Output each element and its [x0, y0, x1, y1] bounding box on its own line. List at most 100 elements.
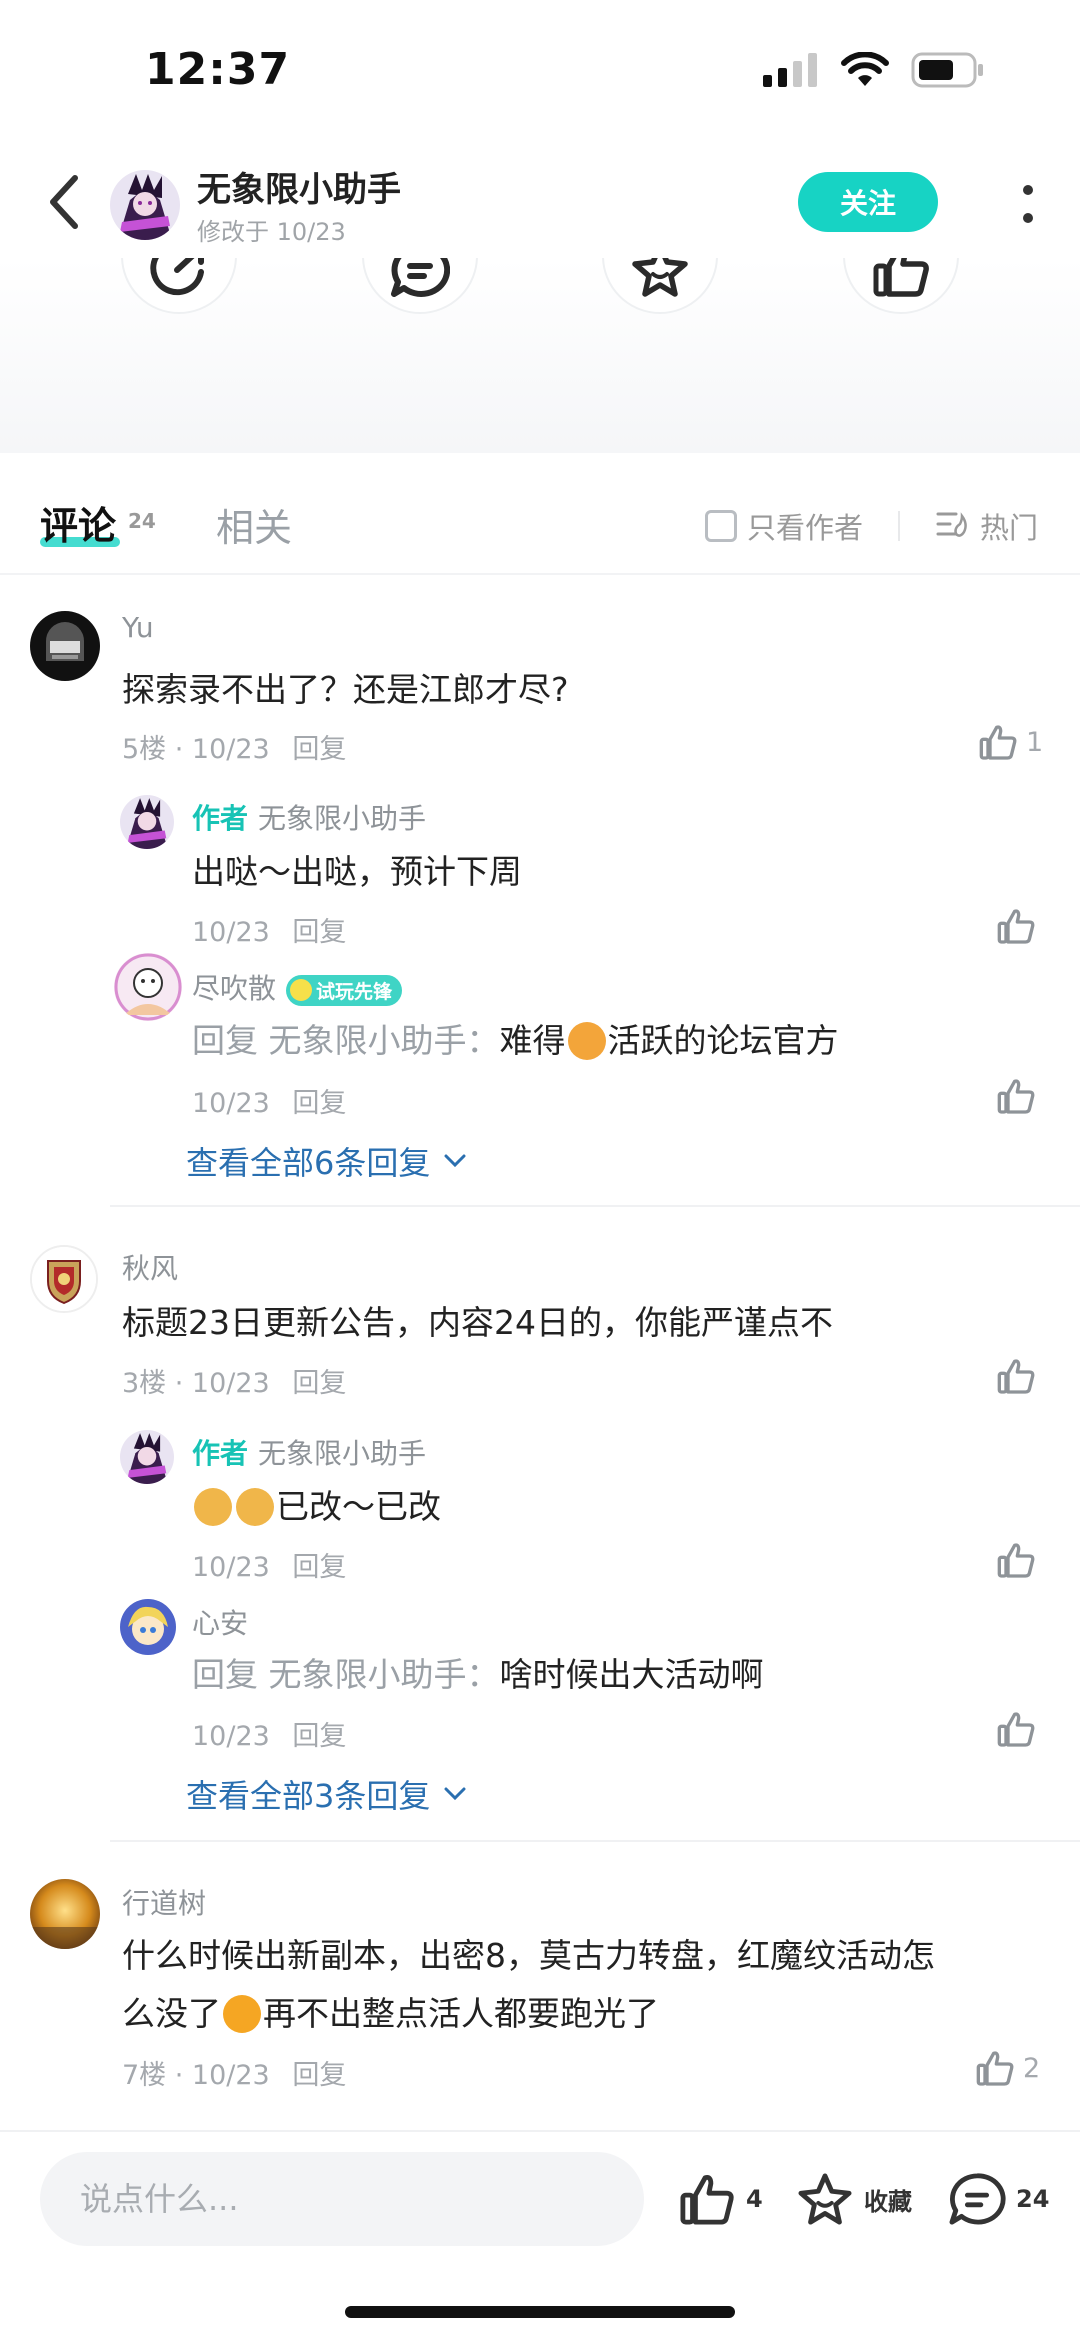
checkbox-icon[interactable]	[705, 510, 737, 542]
thumbs-up-icon	[997, 1712, 1035, 1747]
favorite-label: 收藏	[864, 2187, 912, 2216]
sort-icon	[936, 512, 967, 537]
comment-button[interactable]	[362, 258, 478, 314]
reply-date: 10/23	[192, 1552, 270, 1583]
author-name[interactable]: 无象限小助手	[197, 162, 401, 211]
reply-prefix: 回复 无象限小助手：	[192, 1021, 500, 1060]
like-button[interactable]	[996, 1357, 1036, 1395]
tab-related[interactable]: 相关	[216, 497, 292, 552]
comment-text-part: 么没了	[122, 1994, 221, 2033]
star-icon	[798, 2173, 852, 2225]
avatar[interactable]	[120, 1599, 176, 1655]
comment-tabs: 评论 24 相关 只看作者 热门	[0, 455, 1080, 575]
author-tag: 作者	[192, 802, 249, 835]
favorite-post-button[interactable]: 收藏	[796, 2172, 912, 2226]
like-button[interactable]: 1	[978, 723, 1043, 761]
comment-icon	[949, 2173, 1006, 2225]
comment-count: 24	[1016, 2185, 1050, 2213]
reply-text: 回复 无象限小助手：啥时候出大活动啊	[192, 1646, 1080, 1704]
floor-date: 3楼 · 10/23	[122, 1368, 270, 1399]
thumbs-up-icon	[997, 1543, 1035, 1578]
home-indicator[interactable]	[345, 2306, 735, 2318]
like-button[interactable]	[996, 1710, 1036, 1748]
comment-text-line: 什么时候出新副本，出密8，莫古力转盘，红魔纹活动怎	[122, 1936, 935, 1975]
post-action-band	[0, 258, 1080, 453]
share-button[interactable]	[121, 258, 237, 314]
author-avatar[interactable]	[110, 170, 180, 240]
only-author-toggle[interactable]: 只看作者	[705, 505, 863, 547]
reply-meta: 10/23 回复	[192, 910, 346, 949]
avatar[interactable]	[30, 611, 100, 681]
reply-name[interactable]: 无象限小助手	[258, 802, 426, 835]
reply-link[interactable]: 回复	[292, 1721, 346, 1752]
thumbs-up-icon	[997, 1359, 1035, 1394]
comment-input[interactable]	[40, 2152, 644, 2246]
reply-date: 10/23	[192, 1088, 270, 1119]
reply-meta: 10/23 回复	[192, 1545, 346, 1584]
commenter-name[interactable]: 行道树	[122, 1882, 206, 1922]
reply-author-name[interactable]: 心安	[192, 1602, 248, 1642]
reply-link[interactable]: 回复	[292, 1368, 346, 1399]
like-button[interactable]	[843, 258, 959, 314]
back-button[interactable]	[38, 172, 88, 232]
modified-date: 修改于 10/23	[197, 218, 346, 246]
reply-link[interactable]: 回复	[292, 2060, 346, 2091]
sort-button[interactable]: 热门	[936, 505, 1038, 547]
signal-icon	[763, 53, 817, 87]
chevron-down-icon	[444, 1787, 466, 1801]
commenter-name[interactable]: Yu	[122, 611, 154, 644]
like-button[interactable]: 2	[975, 2049, 1040, 2087]
favorite-button[interactable]	[602, 258, 718, 314]
view-all-replies[interactable]: 查看全部6条回复	[186, 1138, 466, 1184]
thumbs-up-icon	[680, 2175, 734, 2225]
tab-comments[interactable]: 评论	[40, 495, 116, 550]
comment-input-wrapper[interactable]	[40, 2152, 644, 2246]
avatar[interactable]	[114, 953, 182, 1021]
comment-text: 标题23日更新公告，内容24日的，你能严谨点不	[122, 1303, 833, 1342]
reply-date: 10/23	[192, 917, 270, 948]
more-dot-icon	[1023, 185, 1033, 195]
reply-link[interactable]: 回复	[292, 734, 346, 765]
star-icon	[632, 258, 688, 297]
reply-link[interactable]: 回复	[292, 1088, 346, 1119]
more-options-button[interactable]	[1010, 174, 1046, 234]
reply-author-name[interactable]: 作者 无象限小助手	[192, 1432, 426, 1472]
reply-text-part: 啥时候出大活动啊	[499, 1655, 764, 1694]
status-bar: 12:37	[0, 0, 1080, 150]
comment-post-button[interactable]: 24	[948, 2172, 1049, 2226]
comment-meta: 7楼 · 10/23 回复	[122, 2053, 346, 2092]
thumbs-up-icon	[979, 725, 1017, 760]
avatar[interactable]	[120, 795, 174, 849]
wifi-icon	[841, 52, 889, 86]
user-badge: 试玩先锋	[286, 974, 403, 1006]
reply-name[interactable]: 尽吹散	[192, 972, 276, 1005]
comment-meta: 5楼 · 10/23 回复	[122, 727, 346, 766]
view-all-label: 查看全部3条回复	[186, 1777, 431, 1815]
reply-author-name[interactable]: 尽吹散 试玩先锋	[192, 967, 403, 1007]
crying-emoji-icon	[194, 1488, 232, 1526]
comment-text: 探索录不出了？还是江郎才尽?	[122, 670, 569, 709]
thumbs-up-icon	[997, 1079, 1035, 1114]
reply-link[interactable]: 回复	[292, 917, 346, 948]
bottom-action-bar: 4 收藏 24	[0, 2130, 1080, 2260]
like-button[interactable]	[996, 1077, 1036, 1115]
follow-button[interactable]: 关注	[798, 172, 938, 232]
like-button[interactable]	[996, 1541, 1036, 1579]
reply-link[interactable]: 回复	[292, 1552, 346, 1583]
badge-label: 试玩先锋	[316, 980, 393, 1003]
avatar[interactable]	[30, 1245, 98, 1313]
comment-meta: 3楼 · 10/23 回复	[122, 1361, 346, 1400]
floor-date: 7楼 · 10/23	[122, 2060, 270, 2091]
only-author-label: 只看作者	[747, 511, 864, 545]
reply-name[interactable]: 无象限小助手	[258, 1437, 426, 1470]
avatar[interactable]	[120, 1430, 174, 1484]
avatar[interactable]	[30, 1879, 100, 1949]
like-post-button[interactable]: 4	[678, 2172, 763, 2226]
reply-date: 10/23	[192, 1721, 270, 1752]
like-button[interactable]	[996, 907, 1036, 945]
view-all-replies[interactable]: 查看全部3条回复	[186, 1771, 466, 1817]
commenter-name[interactable]: 秋风	[122, 1247, 178, 1287]
chevron-down-icon	[444, 1154, 466, 1168]
reply-text: 出哒～出哒，预计下周	[192, 852, 522, 891]
reply-author-name[interactable]: 作者 无象限小助手	[192, 797, 426, 837]
